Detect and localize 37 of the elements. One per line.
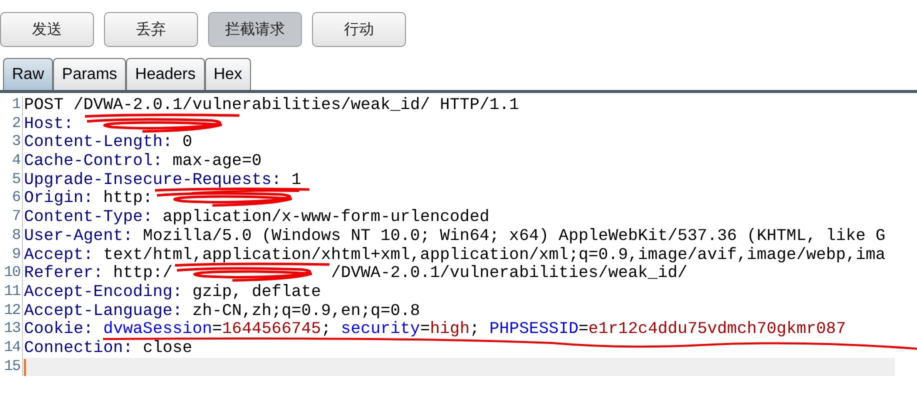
line-number: 12 — [0, 302, 23, 320]
code-text: Accept-Encoding: gzip, deflate — [24, 282, 322, 302]
toolbar-button[interactable]: 丢弃 — [104, 12, 198, 47]
code-text: POST /DVWA-2.0.1/vulnerabilities/weak_id/ HTTP/1.1 — [24, 96, 520, 115]
toolbar-button[interactable]: 发送 — [0, 12, 94, 47]
line-number: 13 — [0, 320, 23, 339]
code-text: Referer: http:/ — [24, 264, 173, 283]
tab[interactable]: Raw — [3, 58, 54, 90]
toolbar-button[interactable]: 行动 — [312, 12, 406, 47]
line-number: 14 — [0, 338, 23, 358]
line-number: 11 — [0, 282, 23, 302]
code-text: User-Agent: Mozilla/5.0 (Windows NT 10.0; Win64; x64) AppleWebKit/537.36 (KHTML, like G — [24, 226, 886, 246]
code-text: Origin: http: — [24, 189, 153, 208]
code-text: Upgrade-Insecure-Requests: 1 — [24, 170, 302, 190]
tab[interactable]: Headers — [126, 58, 205, 90]
toolbar-button[interactable]: 拦截请求 — [208, 12, 302, 47]
line-number: 5 — [0, 170, 23, 190]
line-number: 1 — [0, 96, 23, 115]
code-text: Connection: close — [24, 338, 192, 358]
code-text: Content-Type: application/x-www-form-urlencoded — [24, 208, 490, 227]
line-number: 7 — [0, 208, 23, 227]
code-text: Content-Length: 0 — [24, 133, 192, 152]
code-text: Host: — [24, 114, 75, 134]
line-number: 3 — [0, 133, 23, 152]
tab[interactable]: Hex — [204, 58, 252, 90]
line-number: 8 — [0, 226, 23, 246]
code-text: Cache-Control: max-age=0 — [24, 152, 262, 171]
code-text: Cookie: dvwaSession=1644566745; security=high; PHPSESSID=e1r12c4ddu75vdmch70gkmr087 — [24, 320, 846, 339]
line-number: 4 — [0, 152, 23, 171]
line-number: 6 — [0, 189, 23, 208]
line-number: 2 — [0, 114, 23, 134]
code-text: Accept: text/html,application/xhtml+xml,application/xml;q=0.9,image/avif,image/webp,ima — [24, 246, 886, 264]
line-number: 10 — [0, 264, 23, 283]
line-number: 9 — [0, 246, 23, 264]
code-text: /DVWA-2.0.1/vulnerabilities/weak_id/ — [330, 264, 688, 283]
tab[interactable]: Params — [53, 58, 126, 90]
code-text: Accept-Language: zh-CN,zh;q=0.9,en;q=0.8 — [24, 302, 420, 320]
